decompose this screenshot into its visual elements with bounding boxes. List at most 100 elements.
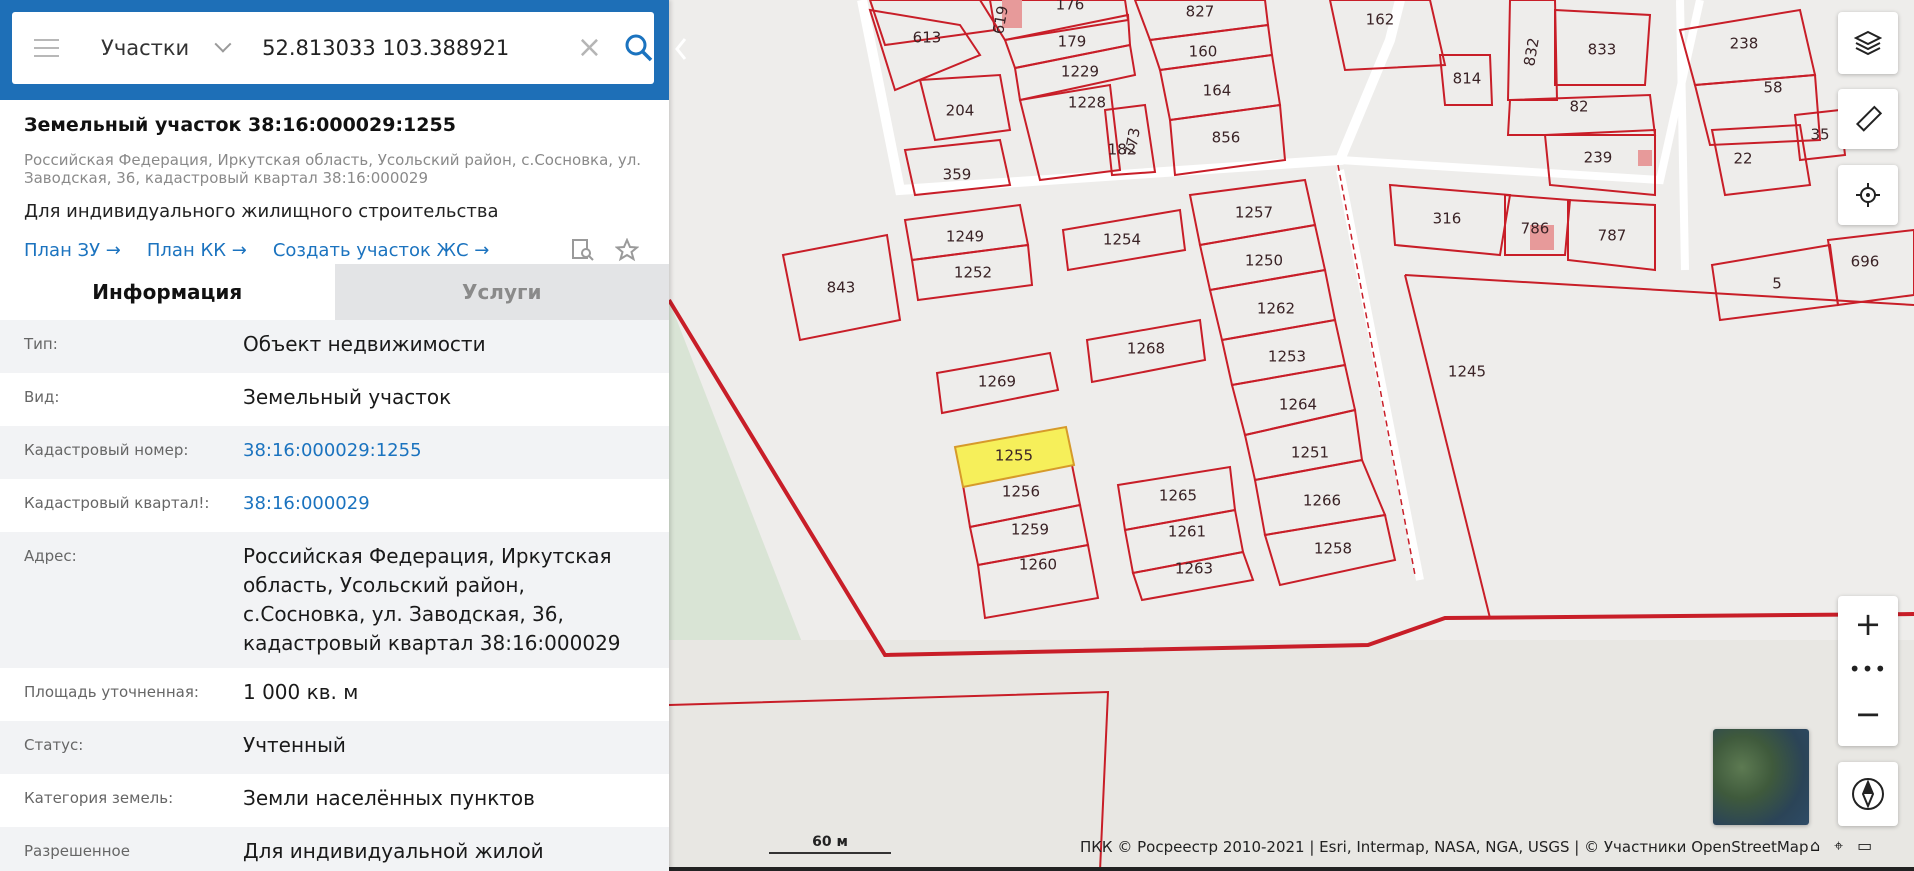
- create-zs-link[interactable]: Создать участок ЖС →: [273, 240, 490, 261]
- parcel-label-1261: 1261: [1168, 523, 1206, 541]
- parcel-label-82: 82: [1569, 98, 1588, 116]
- scale-bar: 60 м: [769, 834, 891, 854]
- parcel-label-1265: 1265: [1159, 487, 1197, 505]
- menu-icon[interactable]: [34, 39, 60, 57]
- parcel-label-832: 832: [1520, 36, 1543, 67]
- search-icon[interactable]: [624, 33, 654, 63]
- tab-info[interactable]: Информация: [0, 264, 335, 320]
- parcel-label-22: 22: [1733, 150, 1752, 168]
- parcel-label-1263: 1263: [1175, 560, 1213, 578]
- parcel-label-1229: 1229: [1061, 63, 1099, 81]
- parcel-labels: 6132043591761791229122818277382716016485…: [827, 0, 1880, 578]
- parcel-label-1254: 1254: [1103, 231, 1141, 249]
- parcel-label-162: 162: [1366, 11, 1395, 29]
- parcel-label-1259: 1259: [1011, 521, 1049, 539]
- layer-select[interactable]: Участки: [101, 36, 216, 60]
- basemap-minimap[interactable]: [1713, 729, 1809, 825]
- parcel-label-1257: 1257: [1235, 204, 1273, 222]
- ruler-icon: [1855, 105, 1882, 132]
- scale-line: [769, 850, 891, 854]
- object-address: Российская Федерация, Иркутская область,…: [24, 151, 642, 187]
- parcel-label-204: 204: [946, 102, 975, 120]
- object-purpose: Для индивидуального жилищного строительс…: [24, 201, 499, 222]
- parcel-label-1251: 1251: [1291, 444, 1329, 462]
- parcel-label-1260: 1260: [1019, 556, 1057, 574]
- parcel-label-164: 164: [1203, 82, 1232, 100]
- parcel-label-827: 827: [1186, 3, 1215, 21]
- prop-row-area: Площадь уточненная: 1 000 кв. м: [0, 668, 669, 721]
- prop-label: Категория земель:: [24, 789, 174, 807]
- parcel-label-773: 773: [1121, 126, 1144, 157]
- prop-row-quarter: Кадастровый квартал!: 38:16:000029: [0, 479, 669, 532]
- object-links: План ЗУ → План КК → Создать участок ЖС →: [24, 238, 645, 262]
- prop-value: Учтенный: [243, 733, 346, 757]
- prop-value: Для индивидуальной жилой застройки: [243, 839, 544, 871]
- parcel-label-1255: 1255: [995, 447, 1033, 465]
- cadastral-quarter-link[interactable]: 38:16:000029: [243, 489, 653, 522]
- parcel-label-179: 179: [1058, 33, 1087, 51]
- crosshair-icon: [1856, 183, 1880, 207]
- compass-icon: [1852, 778, 1884, 810]
- road: [857, 0, 1405, 196]
- bottom-map-icons: ⌂ ⌖ ▭: [1810, 836, 1872, 856]
- prop-label: Статус:: [24, 736, 84, 754]
- search-bar: Участки 52.813033 103.388921 ×: [0, 0, 669, 100]
- parcel-label-1268: 1268: [1127, 340, 1165, 358]
- collapse-panel-icon[interactable]: [674, 36, 688, 62]
- parcel-label-1253: 1253: [1268, 348, 1306, 366]
- search-input[interactable]: 52.813033 103.388921: [262, 36, 551, 60]
- parcel-label-1266: 1266: [1303, 492, 1341, 510]
- parcel-label-5: 5: [1772, 275, 1782, 293]
- parcel-label-619: 619: [989, 4, 1012, 35]
- home-icon[interactable]: ⌂: [1810, 836, 1820, 856]
- property-list: Тип: Объект недвижимости Вид: Земельный …: [0, 320, 669, 871]
- parcel-label-1264: 1264: [1279, 396, 1317, 414]
- zoom-more-button[interactable]: •••: [1838, 651, 1898, 686]
- zoom-controls: + ••• −: [1838, 596, 1898, 746]
- measure-button[interactable]: [1838, 89, 1898, 149]
- zoom-out-button[interactable]: −: [1838, 686, 1898, 741]
- parcel-label-176: 176: [1056, 0, 1085, 14]
- parcel-label-856: 856: [1212, 129, 1241, 147]
- locate-icon[interactable]: ⌖: [1834, 836, 1843, 856]
- parcel-label-1258: 1258: [1314, 540, 1352, 558]
- prop-label: Вид:: [24, 388, 60, 406]
- prop-label: Кадастровый квартал!:: [24, 494, 210, 512]
- parcel-label-359: 359: [943, 166, 972, 184]
- layers-icon: [1854, 30, 1882, 56]
- parcel-label-613: 613: [913, 29, 942, 47]
- prop-row-type: Тип: Объект недвижимости: [0, 320, 669, 373]
- building: [1638, 150, 1652, 166]
- tab-services[interactable]: Услуги: [334, 264, 669, 320]
- scale-label: 60 м: [812, 834, 848, 850]
- parcel-label-833: 833: [1588, 41, 1617, 59]
- layers-button[interactable]: [1838, 12, 1898, 74]
- prop-label: Разрешенное: [24, 842, 130, 860]
- cadastral-number-link[interactable]: 38:16:000029:1255: [243, 436, 653, 469]
- locate-button[interactable]: [1838, 165, 1898, 225]
- parcel-label-160: 160: [1189, 43, 1218, 61]
- plan-zu-link[interactable]: План ЗУ →: [24, 240, 121, 261]
- parcel-label-35: 35: [1810, 126, 1829, 144]
- road: [1336, 169, 1424, 581]
- plan-kk-link[interactable]: План КК →: [147, 240, 247, 261]
- zoom-to-object-icon[interactable]: [571, 238, 595, 262]
- prop-value: Объект недвижимости: [243, 332, 486, 356]
- clear-icon[interactable]: ×: [577, 33, 602, 63]
- zoom-in-button[interactable]: +: [1838, 596, 1898, 651]
- object-title: Земельный участок 38:16:000029:1255: [24, 114, 456, 136]
- parcel-label-58: 58: [1763, 79, 1782, 97]
- parcel-label-1250: 1250: [1245, 252, 1283, 270]
- star-icon[interactable]: [615, 238, 639, 262]
- parcel-label-239: 239: [1584, 149, 1613, 167]
- prop-row-cadastral-number: Кадастровый номер: 38:16:000029:1255: [0, 426, 669, 479]
- parcel-label-1228: 1228: [1068, 94, 1106, 112]
- prop-value: Земельный участок: [243, 385, 452, 409]
- prop-label: Кадастровый номер:: [24, 441, 189, 459]
- compass-button[interactable]: [1838, 762, 1898, 826]
- map-attribution: ПКК © Росреестр 2010-2021 | Esri, Interm…: [1080, 838, 1809, 856]
- fullscreen-icon[interactable]: ▭: [1857, 836, 1872, 856]
- parcel-label-316: 316: [1433, 210, 1462, 228]
- prop-value: Российская Федерация, Иркутская область,…: [243, 544, 621, 655]
- prop-value: Земли населённых пунктов: [243, 786, 535, 810]
